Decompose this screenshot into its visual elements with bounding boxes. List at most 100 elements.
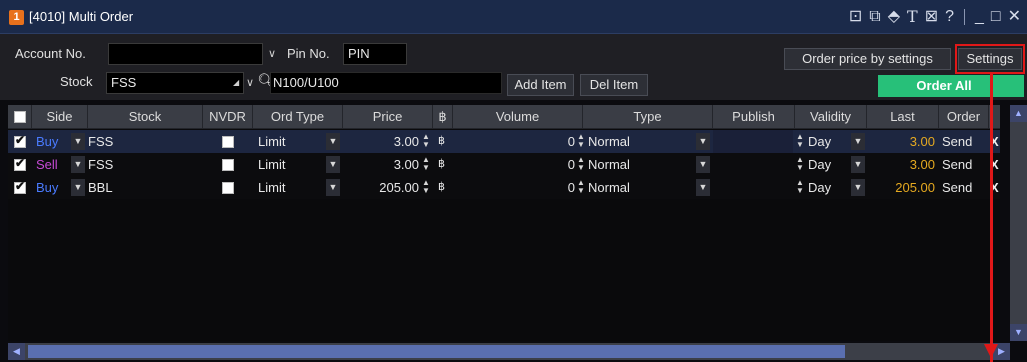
tag-icon[interactable]: ⬘ (888, 6, 900, 28)
send-button[interactable]: Send (942, 176, 972, 199)
scroll-up-icon[interactable]: ▲ (1010, 105, 1027, 122)
help-box-icon[interactable]: ⊠ (925, 6, 938, 28)
account-dropdown-icon[interactable]: ∨ (268, 47, 276, 60)
close-icon[interactable]: ✕ (1008, 6, 1021, 28)
stock-label: Stock (60, 74, 93, 89)
row-checkbox[interactable] (14, 133, 26, 148)
type-dropdown-icon[interactable]: ▼ (696, 179, 710, 196)
header-price[interactable]: Price (343, 105, 433, 129)
validity-dropdown-icon[interactable]: ▼ (851, 156, 865, 173)
volume-stepper-icon[interactable]: ▲ ▼ (576, 156, 586, 173)
add-item-button[interactable]: Add Item (507, 74, 574, 96)
publish-value[interactable] (713, 153, 793, 176)
horizontal-scrollbar[interactable]: ◀ ▶ (8, 343, 1010, 360)
header-ord-type[interactable]: Ord Type (253, 105, 343, 129)
type-value: Normal (588, 180, 630, 195)
header-validity[interactable]: Validity (795, 105, 867, 129)
scroll-left-icon[interactable]: ◀ (8, 343, 25, 360)
side-value: Sell (36, 157, 58, 172)
grid-header: Side Stock NVDR Ord Type Price ฿ Volume … (8, 105, 1000, 129)
last-value: 205.00 (895, 180, 935, 195)
validity-value: Day (808, 157, 832, 172)
stock-input[interactable]: FSS (106, 72, 244, 94)
ord-type-value: Limit (258, 134, 286, 149)
baht-value[interactable]: ฿ (438, 130, 445, 153)
pin-window-icon[interactable]: ⊡ (849, 6, 862, 28)
ord-type-dropdown-icon[interactable]: ▼ (326, 156, 340, 173)
type-dropdown-icon[interactable]: ▼ (696, 133, 710, 150)
copy-window-icon[interactable]: ⧉ (869, 6, 880, 28)
volume-value[interactable]: 0 (453, 176, 575, 199)
publish-stepper-icon[interactable]: ▲ ▼ (795, 156, 805, 173)
header-last[interactable]: Last (867, 105, 939, 129)
del-item-button[interactable]: Del Item (580, 74, 648, 96)
type-value: Normal (588, 134, 630, 149)
header-volume[interactable]: Volume (453, 105, 583, 129)
nvdr-checkbox[interactable] (222, 182, 234, 194)
vertical-scrollbar[interactable]: ▲ ▼ (1010, 105, 1027, 341)
side-dropdown-icon[interactable]: ▼ (71, 133, 85, 150)
header-nvdr[interactable]: NVDR (203, 105, 253, 129)
header-baht[interactable]: ฿ (433, 105, 453, 129)
ord-type-dropdown-icon[interactable]: ▼ (326, 179, 340, 196)
header-stock[interactable]: Stock (88, 105, 203, 129)
header-type[interactable]: Type (583, 105, 713, 129)
window-title: [4010] Multi Order (29, 9, 134, 24)
publish-stepper-icon[interactable]: ▲ ▼ (795, 133, 805, 150)
price-stepper-icon[interactable]: ▲ ▼ (421, 133, 431, 150)
type-dropdown-icon[interactable]: ▼ (696, 156, 710, 173)
stock-value[interactable]: FSS (88, 130, 113, 153)
volume-value[interactable]: 0 (453, 153, 575, 176)
volume-value[interactable]: 0 (453, 130, 575, 153)
volume-stepper-icon[interactable]: ▲ ▼ (576, 133, 586, 150)
price-stepper-icon[interactable]: ▲ ▼ (421, 179, 431, 196)
side-dropdown-icon[interactable]: ▼ (71, 156, 85, 173)
header-publish[interactable]: Publish (713, 105, 795, 129)
maximize-icon[interactable]: □ (991, 6, 1001, 28)
publish-stepper-icon[interactable]: ▲ ▼ (795, 179, 805, 196)
last-value: 3.00 (909, 157, 935, 172)
header-side[interactable]: Side (32, 105, 88, 129)
side-dropdown-icon[interactable]: ▼ (71, 179, 85, 196)
stock-corner-icon: ◢ (233, 78, 240, 87)
price-value[interactable]: 205.00 (343, 176, 419, 199)
stock-value[interactable]: BBL (88, 176, 113, 199)
validity-dropdown-icon[interactable]: ▼ (851, 133, 865, 150)
header-order[interactable]: Order (939, 105, 989, 129)
settings-highlight-box (955, 44, 1025, 74)
volume-stepper-icon[interactable]: ▲ ▼ (576, 179, 586, 196)
validity-dropdown-icon[interactable]: ▼ (851, 179, 865, 196)
send-button[interactable]: Send (942, 130, 972, 153)
horizontal-scroll-thumb[interactable] (28, 345, 845, 358)
pin-input[interactable]: PIN (343, 43, 407, 65)
scroll-down-icon[interactable]: ▼ (1010, 324, 1027, 341)
send-button[interactable]: Send (942, 153, 972, 176)
ord-type-value: Limit (258, 157, 286, 172)
price-stepper-icon[interactable]: ▲ ▼ (421, 156, 431, 173)
order-price-by-settings-button[interactable]: Order price by settings (784, 48, 951, 70)
price-value[interactable]: 3.00 (343, 130, 419, 153)
order-row[interactable]: Sell ▼ FSS Limit ▼ 3.00 ▲▼ ฿ 0 ▲▼ Normal… (8, 153, 1000, 176)
ord-type-dropdown-icon[interactable]: ▼ (326, 133, 340, 150)
publish-value[interactable] (713, 176, 793, 199)
account-input[interactable] (108, 43, 263, 65)
publish-value[interactable] (713, 130, 793, 153)
select-all-cell (8, 105, 32, 129)
help-icon[interactable]: ? (945, 6, 954, 28)
row-checkbox[interactable] (14, 156, 26, 171)
stock-value[interactable]: FSS (88, 153, 113, 176)
order-controls: Account No. ∨ Pin No. PIN Stock FSS ◢ ∨ … (0, 34, 1027, 100)
nvdr-checkbox[interactable] (222, 136, 234, 148)
order-row[interactable]: Buy ▼ FSS Limit ▼ 3.00 ▲▼ ฿ 0 ▲▼ Normal … (8, 130, 1000, 153)
minimize-icon[interactable]: _ (975, 6, 984, 28)
price-value[interactable]: 3.00 (343, 153, 419, 176)
text-icon[interactable]: T (907, 6, 918, 28)
baht-value[interactable]: ฿ (438, 153, 445, 176)
baht-value[interactable]: ฿ (438, 176, 445, 199)
stock-search-input[interactable]: N100/U100 (270, 72, 502, 94)
stock-dropdown-icon[interactable]: ∨ (246, 76, 254, 89)
order-row[interactable]: Buy ▼ BBL Limit ▼ 205.00 ▲▼ ฿ 0 ▲▼ Norma… (8, 176, 1000, 199)
nvdr-checkbox[interactable] (222, 159, 234, 171)
select-all-checkbox[interactable] (14, 111, 26, 123)
row-checkbox[interactable] (14, 179, 26, 194)
